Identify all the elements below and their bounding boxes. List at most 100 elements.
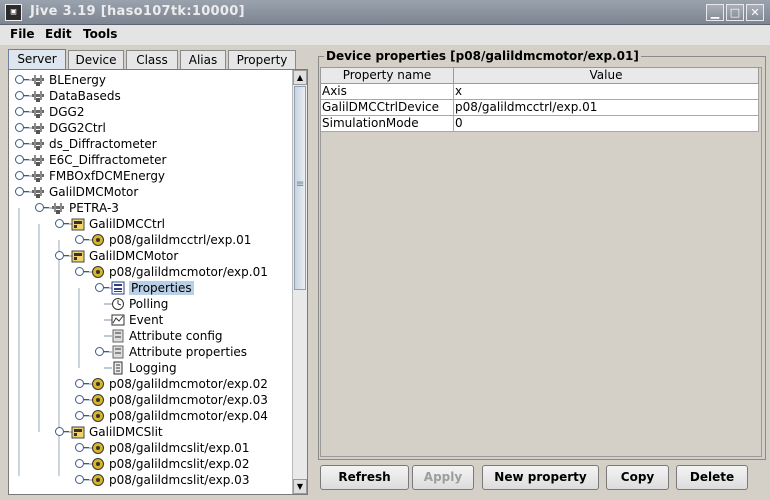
tree-node[interactable]: Attribute properties — [129, 344, 247, 360]
tree-toggle-icon[interactable] — [15, 91, 29, 100]
tree-toggle-icon[interactable] — [55, 251, 69, 260]
tree-toggle-icon[interactable] — [55, 219, 69, 228]
tree-node-label: p08/galildmcslit/exp.01 — [109, 441, 250, 455]
tree-node[interactable]: PETRA-3 — [69, 200, 119, 216]
tree-node[interactable]: GalilDMCSlit — [89, 424, 163, 440]
tree-toggle-icon[interactable] — [95, 347, 109, 356]
scroll-thumb[interactable] — [294, 86, 306, 290]
minimize-button[interactable]: ▁ — [706, 4, 724, 21]
property-name-cell[interactable]: GalilDMCCtrlDevice — [321, 100, 454, 116]
menu-tools[interactable]: Tools — [83, 27, 117, 41]
event-icon — [111, 314, 125, 326]
tree-node-label: DGG2 — [49, 105, 85, 119]
tree-toggle-icon[interactable] — [75, 235, 89, 244]
tree-node[interactable]: p08/galildmcmotor/exp.02 — [109, 376, 268, 392]
tree-node[interactable]: p08/galildmcmotor/exp.03 — [109, 392, 268, 408]
tree-node[interactable]: Attribute config — [129, 328, 223, 344]
property-name-cell[interactable]: Axis — [321, 84, 454, 100]
column-header-property-name[interactable]: Property name — [321, 68, 454, 84]
server-icon — [32, 91, 44, 102]
tree-node[interactable]: Properties — [129, 280, 194, 296]
close-button[interactable]: ✕ — [746, 4, 764, 21]
tree-node[interactable]: E6C_Diffractometer — [49, 152, 166, 168]
tree-toggle-icon[interactable] — [15, 187, 29, 196]
menu-edit[interactable]: Edit — [45, 27, 72, 41]
tree-node[interactable]: DataBaseds — [49, 88, 121, 104]
tree-toggle-icon[interactable] — [95, 283, 109, 292]
left-pane: Server Device Class Alias Property ▲ ▼ B… — [4, 45, 310, 496]
tree-toggle-icon[interactable] — [15, 139, 29, 148]
delete-button[interactable]: Delete — [676, 465, 748, 490]
tree-node-label: Properties — [129, 281, 194, 295]
table-row[interactable]: Axis x — [321, 84, 759, 100]
tree-toggle-icon[interactable] — [15, 123, 29, 132]
tree-toggle-icon[interactable] — [75, 267, 89, 276]
refresh-button[interactable]: Refresh — [320, 465, 409, 490]
panel-title: Device properties [p08/galildmcmotor/exp… — [324, 49, 641, 63]
tree-node-label: p08/galildmcmotor/exp.02 — [109, 377, 268, 391]
table-row[interactable]: GalilDMCCtrlDevice p08/galildmcctrl/exp.… — [321, 100, 759, 116]
tree-node[interactable]: Polling — [129, 296, 168, 312]
tree-toggle-icon[interactable] — [75, 395, 89, 404]
table-row[interactable]: SimulationMode 0 — [321, 116, 759, 132]
tree-toggle-icon[interactable] — [55, 427, 69, 436]
property-name-cell[interactable]: SimulationMode — [321, 116, 454, 132]
window-title: Jive 3.19 [haso107tk:10000] — [30, 4, 245, 19]
tree-node[interactable]: ds_Diffractometer — [49, 136, 157, 152]
property-value-cell[interactable]: x — [454, 84, 759, 100]
class-icon — [71, 218, 85, 231]
tree-scrollbar[interactable]: ▲ ▼ — [292, 70, 307, 494]
menu-file[interactable]: File — [10, 27, 35, 41]
properties-icon — [111, 281, 125, 295]
tree-toggle-icon[interactable] — [15, 171, 29, 180]
tree-node[interactable]: Event — [129, 312, 163, 328]
property-value-cell[interactable]: 0 — [454, 116, 759, 132]
server-icon — [32, 107, 44, 118]
tree-toggle-icon[interactable] — [35, 203, 49, 212]
tree-node-label: p08/galildmcslit/exp.03 — [109, 473, 250, 487]
new-property-button[interactable]: New property — [482, 465, 599, 490]
tree-node[interactable]: BLEnergy — [49, 72, 106, 88]
column-header-value[interactable]: Value — [454, 68, 759, 84]
scroll-up-button[interactable]: ▲ — [293, 70, 307, 85]
tree-node[interactable]: p08/galildmcslit/exp.02 — [109, 456, 249, 472]
tree-node[interactable]: p08/galildmcslit/exp.03 — [109, 472, 249, 488]
tab-property[interactable]: Property — [228, 50, 296, 69]
tree-node[interactable]: FMBOxfDCMEnergy — [49, 168, 165, 184]
maximize-button[interactable]: □ — [726, 4, 744, 21]
tree-node[interactable]: Logging — [129, 360, 177, 376]
tree-node[interactable]: GalilDMCMotor — [89, 248, 178, 264]
tree-toggle-icon[interactable] — [75, 411, 89, 420]
property-value-cell[interactable]: p08/galildmcctrl/exp.01 — [454, 100, 759, 116]
tree-toggle-icon[interactable] — [75, 443, 89, 452]
device-icon — [92, 234, 104, 246]
server-tree[interactable]: ▲ ▼ BLEnergy DataBaseds DGG2 DGG2Ctrl ds_Dif… — [8, 69, 308, 495]
tree-toggle-icon[interactable] — [75, 459, 89, 468]
tree-toggle-icon[interactable] — [15, 75, 29, 84]
tree-node[interactable]: p08/galildmcslit/exp.01 — [109, 440, 249, 456]
tab-alias[interactable]: Alias — [180, 50, 226, 69]
tree-node[interactable]: p08/galildmcctrl/exp.01 — [109, 232, 251, 248]
tab-server[interactable]: Server — [8, 49, 66, 70]
tree-node-label: E6C_Diffractometer — [49, 153, 167, 167]
tab-device[interactable]: Device — [68, 50, 124, 69]
server-icon — [32, 171, 44, 182]
copy-button[interactable]: Copy — [606, 465, 669, 490]
tree-node[interactable]: DGG2Ctrl — [49, 120, 106, 136]
scroll-down-button[interactable]: ▼ — [293, 479, 307, 494]
tree-toggle-icon[interactable] — [15, 107, 29, 116]
server-icon — [32, 75, 44, 86]
tree-toggle-icon[interactable] — [75, 475, 89, 484]
tree-toggle-icon[interactable] — [75, 379, 89, 388]
apply-button: Apply — [412, 465, 474, 490]
tree-node[interactable]: p08/galildmcmotor/exp.04 — [109, 408, 268, 424]
tree-node[interactable]: p08/galildmcmotor/exp.01 — [109, 264, 268, 280]
tree-node[interactable]: GalilDMCMotor — [49, 184, 138, 200]
tree-node[interactable]: GalilDMCCtrl — [89, 216, 165, 232]
tree-toggle-icon[interactable] — [15, 155, 29, 164]
tree-node-label: Logging — [129, 361, 177, 375]
properties-table[interactable]: Property name Value Axis x GalilDMCCtrlD… — [320, 67, 762, 457]
button-row: Refresh Apply New property Copy Delete — [316, 465, 768, 493]
tree-node[interactable]: DGG2 — [49, 104, 84, 120]
tab-class[interactable]: Class — [126, 50, 178, 69]
